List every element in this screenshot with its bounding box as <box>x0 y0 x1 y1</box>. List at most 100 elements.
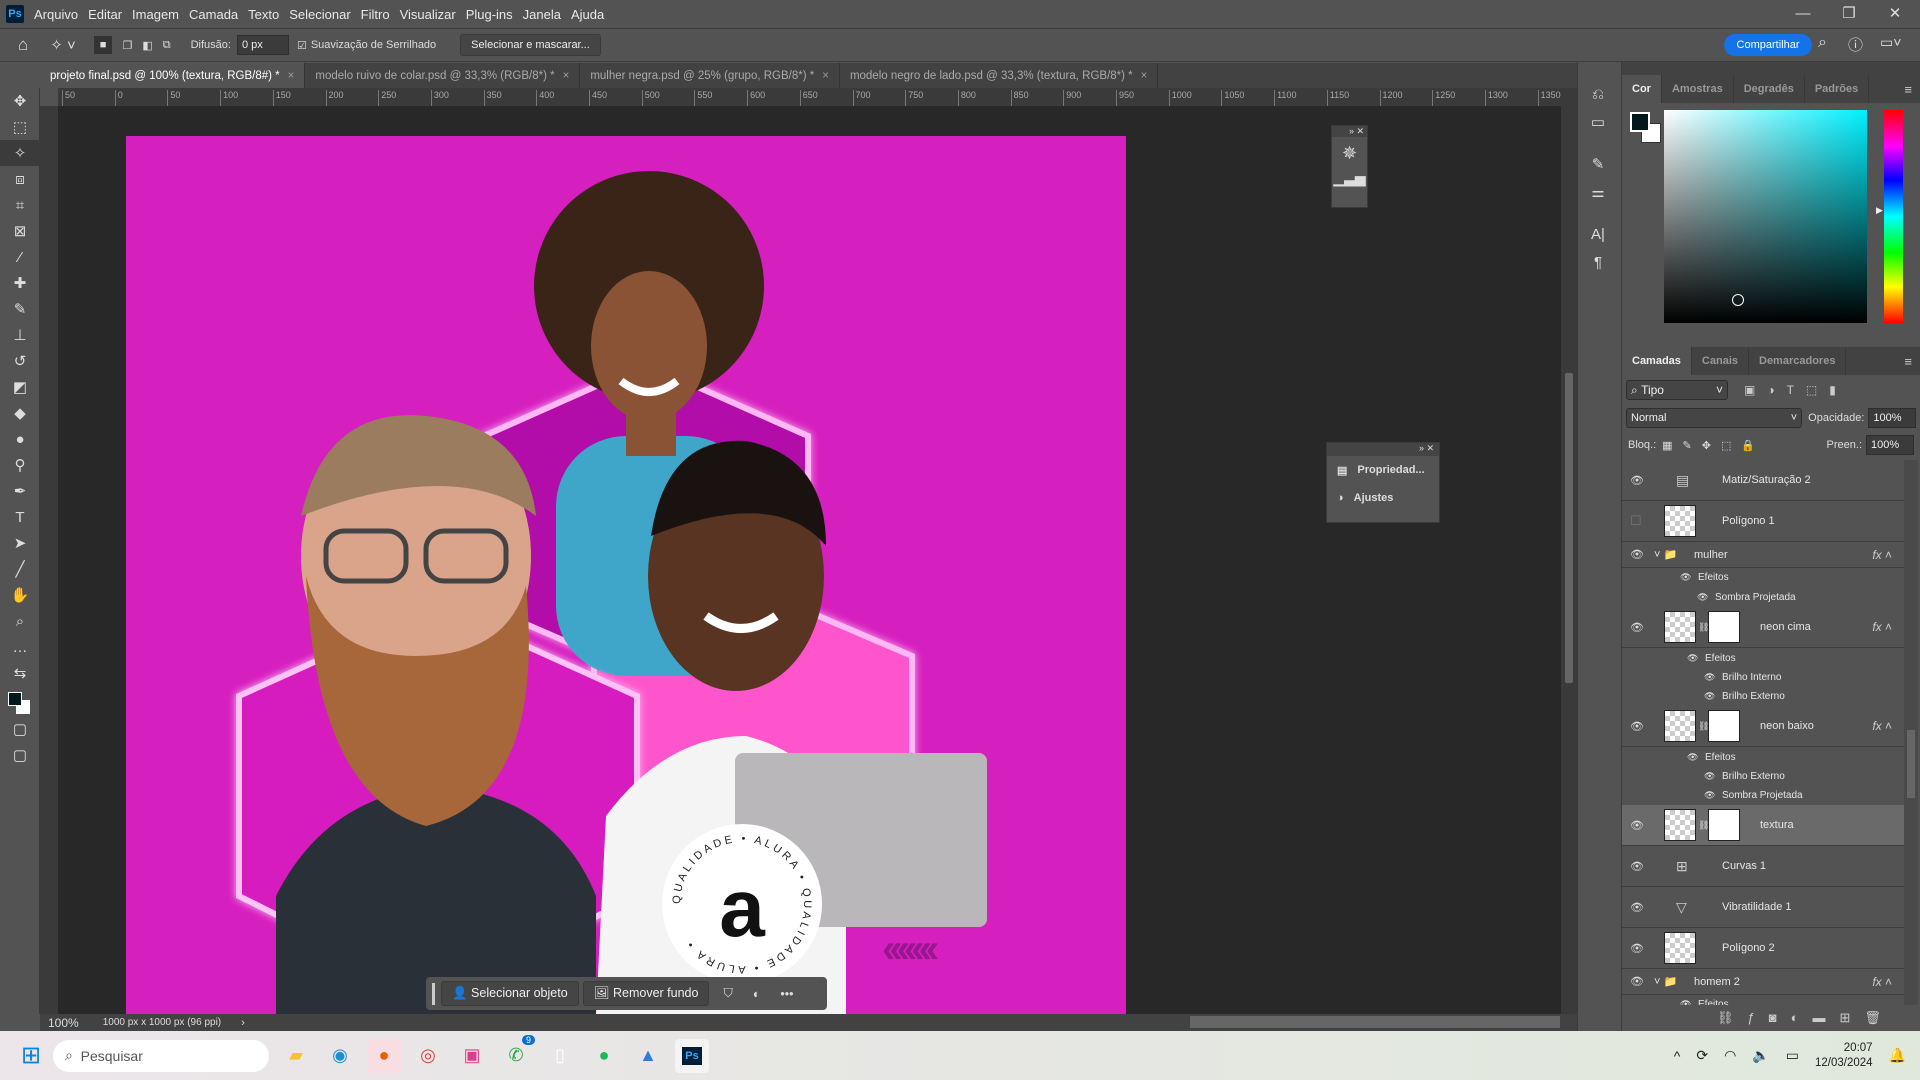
layer-effect-item[interactable]: 👁 Efeitos <box>1622 568 1904 587</box>
tab-camadas[interactable]: Camadas <box>1622 347 1692 375</box>
feather-input[interactable]: 0 px <box>236 35 289 55</box>
paragraph-icon[interactable]: ¶ <box>1578 248 1618 276</box>
tray-chevron-icon[interactable]: ^ <box>1674 1048 1681 1064</box>
lock-icons[interactable]: ▦✎✥⬚🔒 <box>1662 439 1765 452</box>
adjust-presets-icon[interactable]: ⚌ <box>1578 178 1618 206</box>
search-box[interactable]: ⌕ Pesquisar <box>53 1039 269 1072</box>
color-field[interactable] <box>1664 110 1867 323</box>
pen-tool-icon[interactable]: ✒ <box>0 478 40 504</box>
move-tool-icon[interactable]: ✥ <box>0 88 40 114</box>
spotify-icon[interactable]: ● <box>587 1039 621 1073</box>
document-tab[interactable]: projeto final.psd @ 100% (textura, RGB/8… <box>40 63 306 88</box>
layer-row[interactable]: 👁 Polígono 2 <box>1622 928 1904 969</box>
subtract-selection-icon[interactable]: ◧ <box>142 39 152 52</box>
tab-canais[interactable]: Canais <box>1692 347 1749 375</box>
edge-icon[interactable]: ◉ <box>323 1039 357 1073</box>
vertical-scrollbar[interactable] <box>1561 88 1577 1014</box>
whatsapp-icon[interactable]: ✆ 9 <box>499 1034 535 1073</box>
stamp-tool-icon[interactable]: ⊥ <box>0 322 40 348</box>
layer-fx-icon[interactable]: fx ˄ <box>1872 548 1892 562</box>
layer-row[interactable]: 👁 ⛓ neon baixo fx ˄ <box>1622 706 1904 747</box>
eraser-tool-icon[interactable]: ◩ <box>0 374 40 400</box>
horizontal-scrollbar[interactable] <box>1190 1016 1560 1028</box>
type-tool-icon[interactable]: T <box>0 504 40 530</box>
layer-effect-item[interactable]: 👁 Brilho Externo <box>1622 687 1904 706</box>
battery-icon[interactable]: ▭ <box>1786 1047 1799 1064</box>
antialias-checkbox[interactable]: ☑ <box>297 39 307 52</box>
mask-icon[interactable]: ⛉ <box>723 986 732 1001</box>
crop-tool-icon[interactable]: ⌗ <box>0 192 40 218</box>
menu-janela[interactable]: Janela <box>523 7 561 22</box>
eyedropper-tool-icon[interactable]: ⁄ <box>0 244 40 270</box>
status-arrow[interactable]: › <box>241 1017 245 1029</box>
object-select-tool-icon[interactable]: ⧈ <box>0 166 40 192</box>
restore-button[interactable]: ❐ <box>1826 0 1872 26</box>
layer-effect-item[interactable]: 👁 Brilho Externo <box>1622 767 1904 786</box>
visibility-eye-icon[interactable]: 👁 <box>1630 548 1644 561</box>
search-icon[interactable]: ⌕ <box>1818 34 1827 52</box>
menu-imagem[interactable]: Imagem <box>132 7 179 22</box>
sync-icon[interactable]: ⟳ <box>1696 1047 1708 1064</box>
layer-effect-item[interactable]: 👁 Brilho Interno <box>1622 668 1904 687</box>
layer-effect-item[interactable]: 👁 Sombra Projetada <box>1622 786 1904 805</box>
dodge-tool-icon[interactable]: ⚲ <box>0 452 40 478</box>
visibility-eye-icon[interactable]: 👁 <box>1630 860 1644 873</box>
character-icon[interactable]: A| <box>1578 220 1618 248</box>
brush-settings-icon[interactable]: ✎ <box>1578 150 1618 178</box>
more-icon[interactable]: ••• <box>780 987 793 1001</box>
color-picker-cursor[interactable] <box>1732 294 1744 306</box>
select-and-mask-button[interactable]: Selecionar e mascarar... <box>460 34 601 56</box>
chrome-icon[interactable]: ◎ <box>411 1039 445 1073</box>
menu-plug-ins[interactable]: Plug-ins <box>466 7 513 22</box>
home-icon[interactable]: ⌂ <box>18 35 28 55</box>
screen-mode-icon[interactable]: ▢ <box>0 742 40 768</box>
file-explorer-icon[interactable]: ▰ <box>279 1039 313 1073</box>
document-tab[interactable]: modelo negro de lado.psd @ 33,3% (textur… <box>840 63 1159 88</box>
comments-icon[interactable]: ▭ <box>1578 108 1618 136</box>
menu-editar[interactable]: Editar <box>88 7 122 22</box>
effect-eye-icon[interactable]: 👁 <box>1680 999 1691 1005</box>
panel-menu-icon[interactable]: ≡ <box>1904 347 1912 375</box>
hand-tool-icon[interactable]: ✋ <box>0 582 40 608</box>
visibility-eye-icon[interactable]: 👁 <box>1630 819 1644 832</box>
marquee-tool-icon[interactable]: ⬚ <box>0 114 40 140</box>
workspace-icon[interactable]: ▭˅ <box>1880 34 1901 51</box>
menu-visualizar[interactable]: Visualizar <box>400 7 456 22</box>
paint-bucket-tool-icon[interactable]: ◆ <box>0 400 40 426</box>
drag-handle[interactable] <box>432 982 435 1005</box>
more-tool-icon[interactable]: … <box>0 634 40 660</box>
document-tab[interactable]: modelo ruivo de colar.psd @ 33,3% (RGB/8… <box>305 63 581 88</box>
layer-row[interactable]: 👁 ˅ 📁 homem 2 fx ˄ <box>1622 969 1904 995</box>
canvas[interactable]: QUALIDADE • ALURA • QUALIDADE • ALURA • … <box>126 136 1126 1014</box>
share-button[interactable]: Compartilhar <box>1724 34 1812 56</box>
path-select-tool-icon[interactable]: ➤ <box>0 530 40 556</box>
visibility-eye-icon[interactable]: 👁 <box>1630 720 1644 733</box>
layer-fx-icon[interactable]: fx ˄ <box>1872 975 1892 989</box>
layer-effect-item[interactable]: 👁 Efeitos <box>1622 995 1904 1005</box>
color-swatches[interactable] <box>8 692 32 716</box>
frame-tool-icon[interactable]: ⊠ <box>0 218 40 244</box>
volume-icon[interactable]: 🔈 <box>1752 1047 1769 1064</box>
mini-panel-close[interactable]: » ✕ <box>1332 126 1367 137</box>
tab-degradês[interactable]: Degradês <box>1734 75 1805 103</box>
effect-eye-icon[interactable]: 👁 <box>1704 771 1715 782</box>
menu-ajuda[interactable]: Ajuda <box>571 7 604 22</box>
layer-filter-dropdown[interactable]: ⌕ Tipo ˅ <box>1626 380 1728 400</box>
history-brush-tool-icon[interactable]: ↺ <box>0 348 40 374</box>
new-selection-icon[interactable]: ■ <box>93 36 113 54</box>
help-icon[interactable]: ⓘ <box>1848 34 1863 55</box>
float-panel-close[interactable]: » ✕ <box>1327 443 1439 456</box>
notification-bell-icon[interactable]: 🔔 <box>1889 1047 1906 1064</box>
menu-camada[interactable]: Camada <box>189 7 238 22</box>
menu-filtro[interactable]: Filtro <box>361 7 390 22</box>
adjustments-button[interactable]: ◑ Ajustes <box>1327 484 1439 512</box>
hue-slider[interactable] <box>1884 110 1903 323</box>
effect-eye-icon[interactable]: 👁 <box>1687 752 1698 763</box>
layer-row[interactable]: 👁 ˅ 📁 mulher fx ˄ <box>1622 542 1904 568</box>
fill-input[interactable]: 100% <box>1866 435 1914 455</box>
close-tab-icon[interactable]: × <box>1141 70 1148 82</box>
line-tool-icon[interactable]: ╱ <box>0 556 40 582</box>
layer-effect-item[interactable]: 👁 Efeitos <box>1622 747 1904 767</box>
tab-padrões[interactable]: Padrões <box>1805 75 1870 103</box>
wifi-icon[interactable]: ◠ <box>1724 1047 1736 1064</box>
